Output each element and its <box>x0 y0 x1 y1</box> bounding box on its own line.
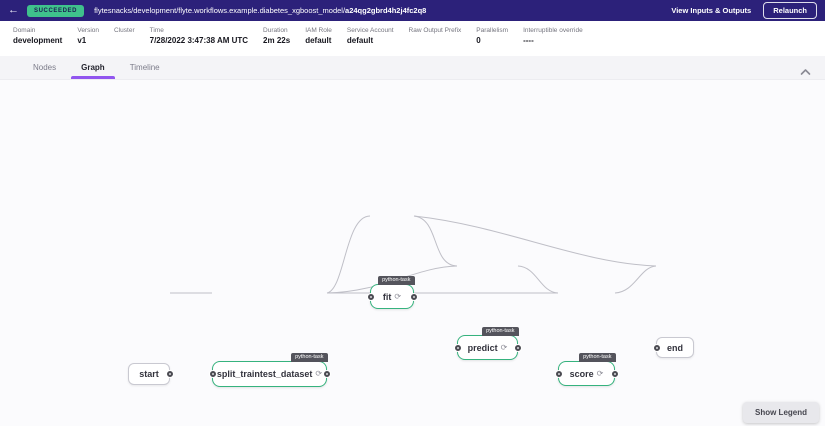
task-type-badge: python-task <box>291 353 327 363</box>
meta-parallelism: Parallelism 0 <box>476 27 508 45</box>
breadcrumb: flytesnacks/development/flyte.workflows.… <box>94 6 426 15</box>
workflow-graph-canvas[interactable]: start python-task split_traintest_datase… <box>0 81 825 426</box>
top-bar: ← SUCCEEDED flytesnacks/development/flyt… <box>0 0 825 21</box>
relaunch-button[interactable]: Relaunch <box>763 2 817 19</box>
output-port <box>410 293 418 301</box>
graph-node-fit[interactable]: python-task fit ⟳ <box>370 284 414 309</box>
show-legend-button[interactable]: Show Legend <box>743 402 819 423</box>
task-type-badge: python-task <box>378 276 414 286</box>
meta-domain: Domain development <box>13 27 62 45</box>
cache-icon: ⟳ <box>597 370 604 378</box>
meta-iam-role: IAM Role default <box>305 27 332 45</box>
edge-split-fit <box>327 216 370 293</box>
graph-node-start[interactable]: start <box>128 363 170 385</box>
view-inputs-outputs-link[interactable]: View Inputs & Outputs <box>671 6 751 15</box>
meta-raw-output-prefix: Raw Output Prefix <box>409 27 462 45</box>
graph-node-end[interactable]: end <box>656 337 694 358</box>
breadcrumb-run-id: a24qg2gbrd4h2j4fc2q8 <box>345 6 426 15</box>
edge-score-end <box>615 266 656 293</box>
edge-predict-score <box>518 266 558 293</box>
input-port <box>367 293 375 301</box>
input-port <box>653 344 661 352</box>
output-port <box>611 370 619 378</box>
task-type-badge: python-task <box>579 353 615 363</box>
tab-timeline[interactable]: Timeline <box>120 56 170 79</box>
task-type-badge: python-task <box>482 327 518 337</box>
tab-graph[interactable]: Graph <box>71 56 115 79</box>
input-port <box>555 370 563 378</box>
meta-interruptible-override: Interruptible override ---- <box>523 27 583 45</box>
graph-node-split-traintest-dataset[interactable]: python-task split_traintest_dataset ⟳ <box>212 361 327 387</box>
output-port <box>323 370 331 378</box>
meta-duration: Duration 2m 22s <box>263 27 290 45</box>
tab-nodes[interactable]: Nodes <box>23 56 66 79</box>
graph-node-score[interactable]: python-task score ⟳ <box>558 361 615 386</box>
edge-fit-end <box>414 216 656 266</box>
cache-icon: ⟳ <box>315 370 322 378</box>
output-port <box>166 370 174 378</box>
cache-icon: ⟳ <box>501 344 508 352</box>
view-tab-bar: Nodes Graph Timeline <box>0 56 825 80</box>
meta-version: Version v1 <box>77 27 99 45</box>
input-port <box>454 344 462 352</box>
output-port <box>514 344 522 352</box>
edge-fit-predict <box>414 216 457 266</box>
chevron-up-icon[interactable] <box>800 63 811 81</box>
cache-icon: ⟳ <box>394 293 401 301</box>
meta-service-account: Service Account default <box>347 27 394 45</box>
back-arrow-icon[interactable]: ← <box>8 5 19 16</box>
input-port <box>209 370 217 378</box>
meta-cluster: Cluster <box>114 27 135 45</box>
execution-metadata-row: Domain development Version v1 Cluster Ti… <box>0 21 825 56</box>
breadcrumb-path: flytesnacks/development/flyte.workflows.… <box>94 6 345 15</box>
meta-time: Time 7/28/2022 3:47:38 AM UTC <box>150 27 248 45</box>
graph-node-predict[interactable]: python-task predict ⟳ <box>457 335 518 360</box>
status-badge: SUCCEEDED <box>27 5 84 17</box>
